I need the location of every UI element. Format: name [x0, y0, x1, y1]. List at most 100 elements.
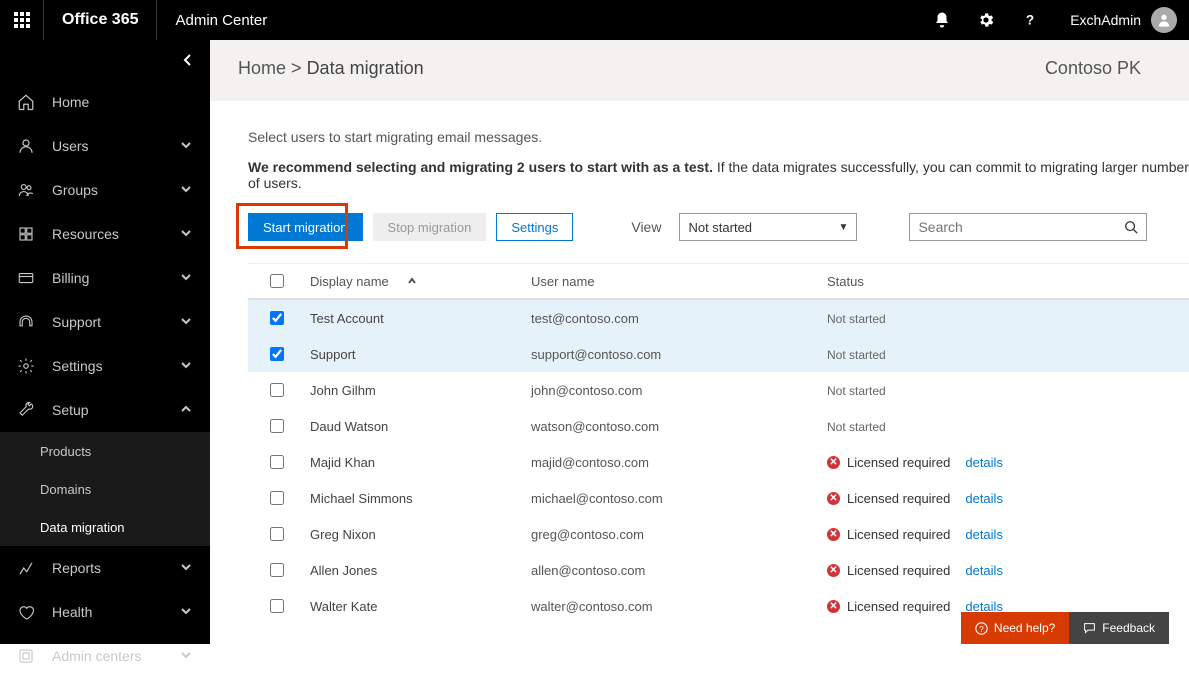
row-user-name: test@contoso.com: [531, 311, 827, 326]
error-icon: ✕: [827, 456, 840, 469]
row-checkbox[interactable]: [270, 563, 284, 577]
row-display-name: Allen Jones: [306, 563, 531, 578]
sidebar-subitem[interactable]: Products: [0, 432, 210, 470]
table-row[interactable]: Majid Khanmajid@contoso.com✕Licensed req…: [248, 444, 1189, 480]
sidebar-item-support[interactable]: Support: [0, 300, 210, 344]
notifications-icon[interactable]: [920, 0, 964, 40]
column-status[interactable]: Status: [827, 274, 1189, 289]
sidebar-item-label: Home: [52, 94, 196, 110]
row-checkbox[interactable]: [270, 491, 284, 505]
user-menu[interactable]: ExchAdmin: [1052, 7, 1189, 33]
sidebar-item-billing[interactable]: Billing: [0, 256, 210, 300]
stop-migration-button[interactable]: Stop migration: [373, 213, 487, 241]
row-user-name: walter@contoso.com: [531, 599, 827, 614]
table-row[interactable]: Greg Nixongreg@contoso.com✕Licensed requ…: [248, 516, 1189, 552]
feedback-button[interactable]: Feedback: [1069, 612, 1169, 644]
table-row[interactable]: Test Accounttest@contoso.comNot started: [248, 300, 1189, 336]
details-link[interactable]: details: [965, 527, 1003, 542]
row-user-name: support@contoso.com: [531, 347, 827, 362]
row-display-name: John Gilhm: [306, 383, 531, 398]
row-user-name: john@contoso.com: [531, 383, 827, 398]
settings-icon: [14, 357, 38, 375]
breadcrumb-current: Data migration: [307, 58, 424, 78]
org-name: Contoso PK: [1045, 58, 1141, 79]
status-text: Not started: [827, 384, 886, 398]
sidebar-item-settings[interactable]: Settings: [0, 344, 210, 388]
sidebar-item-resources[interactable]: Resources: [0, 212, 210, 256]
error-icon: ✕: [827, 492, 840, 505]
row-checkbox[interactable]: [270, 383, 284, 397]
details-link[interactable]: details: [965, 455, 1003, 470]
sidebar-item-groups[interactable]: Groups: [0, 168, 210, 212]
details-link[interactable]: details: [965, 491, 1003, 506]
sidebar-item-home[interactable]: Home: [0, 80, 210, 124]
sidebar-item-health[interactable]: Health: [0, 590, 210, 634]
search-box[interactable]: [909, 213, 1147, 241]
sidebar-item-label: Settings: [52, 358, 180, 374]
view-label: View: [631, 219, 661, 235]
search-icon: [1124, 220, 1138, 234]
sidebar-subitem[interactable]: Domains: [0, 470, 210, 508]
row-display-name: Walter Kate: [306, 599, 531, 614]
app-launcher-icon[interactable]: [0, 0, 44, 40]
row-checkbox[interactable]: [270, 455, 284, 469]
chevron-down-icon: [180, 604, 196, 620]
users-icon: [14, 137, 38, 155]
sort-asc-icon: [407, 274, 417, 289]
search-input[interactable]: [918, 219, 1124, 235]
error-icon: ✕: [827, 600, 840, 613]
column-display-name[interactable]: Display name: [306, 274, 531, 289]
row-checkbox[interactable]: [270, 419, 284, 433]
sidebar-item-label: Billing: [52, 270, 180, 286]
sidebar-item-setup[interactable]: Setup: [0, 388, 210, 432]
sidebar-item-label: Reports: [52, 560, 180, 576]
sidebar-item-label: Admin centers: [52, 648, 180, 664]
select-all-checkbox[interactable]: [270, 274, 284, 288]
help-icon[interactable]: ?: [1008, 0, 1052, 40]
status-licensed: ✕Licensed requireddetails: [827, 491, 1189, 506]
row-display-name: Majid Khan: [306, 455, 531, 470]
sidebar-subitem[interactable]: Data migration: [0, 508, 210, 546]
user-name: ExchAdmin: [1070, 12, 1141, 28]
column-user-name[interactable]: User name: [531, 274, 827, 289]
row-checkbox[interactable]: [270, 599, 284, 613]
brand-label[interactable]: Office 365: [44, 0, 157, 40]
avatar-icon: [1151, 7, 1177, 33]
row-checkbox[interactable]: [270, 311, 284, 325]
sidebar-item-users[interactable]: Users: [0, 124, 210, 168]
table-row[interactable]: Michael Simmonsmichael@contoso.com✕Licen…: [248, 480, 1189, 516]
start-migration-button[interactable]: Start migration: [248, 213, 363, 241]
sidebar-item-label: Resources: [52, 226, 180, 242]
breadcrumb: Home > Data migration: [238, 58, 424, 79]
admincenters-icon: [14, 647, 38, 665]
view-select[interactable]: Not started ▼: [679, 213, 857, 241]
status-licensed: ✕Licensed requireddetails: [827, 527, 1189, 542]
sidebar-item-label: Support: [52, 314, 180, 330]
groups-icon: [14, 181, 38, 199]
status-licensed: ✕Licensed requireddetails: [827, 455, 1189, 470]
svg-text:?: ?: [1026, 13, 1034, 28]
breadcrumb-parent[interactable]: Home: [238, 58, 286, 78]
chevron-up-icon: [180, 402, 196, 418]
settings-gear-icon[interactable]: [964, 0, 1008, 40]
settings-button[interactable]: Settings: [496, 213, 573, 241]
details-link[interactable]: details: [965, 563, 1003, 578]
row-checkbox[interactable]: [270, 527, 284, 541]
footer-bar: ? Need help? Feedback: [961, 612, 1169, 644]
chevron-down-icon: [180, 560, 196, 576]
row-checkbox[interactable]: [270, 347, 284, 361]
table-row[interactable]: Allen Jonesallen@contoso.com✕Licensed re…: [248, 552, 1189, 588]
table-row[interactable]: Supportsupport@contoso.comNot started: [248, 336, 1189, 372]
table-row[interactable]: Daud Watsonwatson@contoso.comNot started: [248, 408, 1189, 444]
top-bar: Office 365 Admin Center ? ExchAdmin: [0, 0, 1189, 40]
need-help-button[interactable]: ? Need help?: [961, 612, 1069, 644]
sidebar-item-reports[interactable]: Reports: [0, 546, 210, 590]
intro-recommend: We recommend selecting and migrating 2 u…: [248, 159, 1189, 191]
table-row[interactable]: John Gilhmjohn@contoso.comNot started: [248, 372, 1189, 408]
sidebar-item-admincenters[interactable]: Admin centers: [0, 634, 210, 678]
row-user-name: greg@contoso.com: [531, 527, 827, 542]
sidebar-item-label: Setup: [52, 402, 180, 418]
table-header: Display name User name Status: [248, 264, 1189, 300]
collapse-sidebar-button[interactable]: [0, 40, 210, 80]
row-user-name: michael@contoso.com: [531, 491, 827, 506]
